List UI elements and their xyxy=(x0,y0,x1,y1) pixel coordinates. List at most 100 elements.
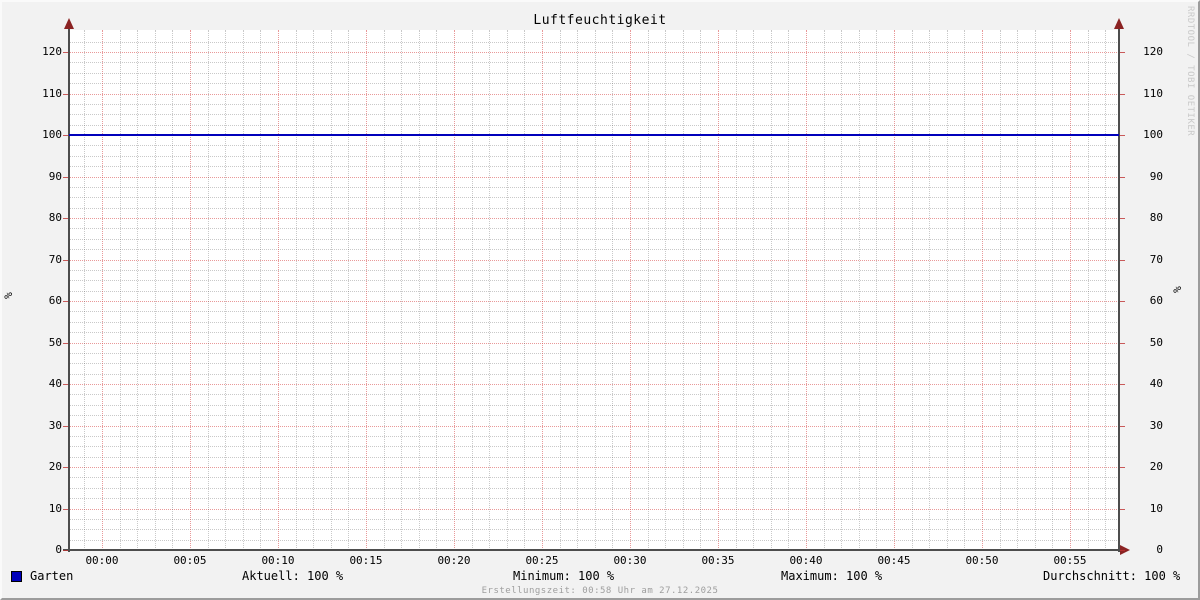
y-axis-tick-label-left: 70 xyxy=(2,254,62,266)
major-gridline-v xyxy=(630,30,631,550)
y-axis-tick-label-right: 120 xyxy=(1127,46,1163,58)
y-axis-tick-label-left: 90 xyxy=(2,171,62,183)
y-axis-unit-right: % xyxy=(1171,286,1184,293)
minor-gridline-v xyxy=(859,30,860,550)
y-axis-tick-label-right: 30 xyxy=(1127,420,1163,432)
minor-gridline-v xyxy=(700,30,701,550)
y-axis-tick-label-right: 40 xyxy=(1127,378,1163,390)
y-axis-tick-label-right: 110 xyxy=(1127,88,1163,100)
y-axis-tick-right xyxy=(1120,52,1125,53)
y-axis-tick-left xyxy=(63,301,68,302)
y-axis-tick-label-left: 30 xyxy=(2,420,62,432)
major-gridline-v xyxy=(454,30,455,550)
y-axis-tick-right xyxy=(1120,218,1125,219)
y-axis-tick-label-left: 50 xyxy=(2,337,62,349)
rrdtool-watermark: RRDTOOL / TOBI OETIKER xyxy=(1185,6,1195,136)
minor-gridline-v xyxy=(155,30,156,550)
minor-gridline-v xyxy=(313,30,314,550)
y-axis-tick-right xyxy=(1120,426,1125,427)
y-axis-arrow-right-icon xyxy=(1114,18,1124,29)
y-axis-tick-left xyxy=(63,260,68,261)
minor-gridline-v xyxy=(260,30,261,550)
stat-aktuell: Aktuell: 100 % xyxy=(242,569,343,583)
y-axis-tick-label-left: 40 xyxy=(2,378,62,390)
y-axis-tick-left xyxy=(63,218,68,219)
x-axis-tick-label: 00:50 xyxy=(952,554,1012,567)
y-axis-tick-left xyxy=(63,94,68,95)
x-axis-tick-label: 00:25 xyxy=(512,554,572,567)
major-gridline-v xyxy=(982,30,983,550)
minor-gridline-v xyxy=(384,30,385,550)
minor-gridline-v xyxy=(1052,30,1053,550)
y-axis-tick-left xyxy=(63,467,68,468)
y-axis-tick-label-left: 100 xyxy=(2,129,62,141)
y-axis-tick-left xyxy=(63,426,68,427)
minor-gridline-v xyxy=(1017,30,1018,550)
y-axis-tick-right xyxy=(1120,384,1125,385)
x-axis-tick-label: 00:05 xyxy=(160,554,220,567)
minor-gridline-v xyxy=(225,30,226,550)
legend-series-label: Garten xyxy=(30,569,73,583)
major-gridline-v xyxy=(806,30,807,550)
stat-maximum: Maximum: 100 % xyxy=(781,569,882,583)
y-axis-left xyxy=(68,22,70,552)
minor-gridline-v xyxy=(507,30,508,550)
y-axis-tick-label-left: 80 xyxy=(2,212,62,224)
x-axis-tick-label: 00:45 xyxy=(864,554,924,567)
y-axis-tick-right xyxy=(1120,343,1125,344)
major-gridline-v xyxy=(190,30,191,550)
major-gridline-v xyxy=(366,30,367,550)
major-gridline-v xyxy=(894,30,895,550)
minor-gridline-v xyxy=(560,30,561,550)
y-axis-tick-label-left: 10 xyxy=(2,503,62,515)
major-gridline-v xyxy=(718,30,719,550)
minor-gridline-v xyxy=(683,30,684,550)
creation-time-text: Erstellungszeit: 00:58 Uhr am 27.12.2025 xyxy=(2,586,1198,596)
minor-gridline-v xyxy=(331,30,332,550)
major-gridline-v xyxy=(278,30,279,550)
minor-gridline-v xyxy=(401,30,402,550)
y-axis-tick-label-left: 120 xyxy=(2,46,62,58)
y-axis-tick-label-right: 80 xyxy=(1127,212,1163,224)
y-axis-tick-label-right: 0 xyxy=(1127,544,1163,556)
minor-gridline-v xyxy=(208,30,209,550)
stat-durchschnitt: Durchschnitt: 100 % xyxy=(1043,569,1180,583)
y-axis-tick-right xyxy=(1120,135,1125,136)
y-axis-tick-label-right: 50 xyxy=(1127,337,1163,349)
major-gridline-v xyxy=(542,30,543,550)
rrdtool-graph: Luftfeuchtigkeit RRDTOOL / TOBI OETIKER … xyxy=(0,0,1200,600)
y-axis-tick-left xyxy=(63,343,68,344)
y-axis-tick-label-left: 0 xyxy=(2,544,62,556)
y-axis-tick-right xyxy=(1120,301,1125,302)
minor-gridline-v xyxy=(665,30,666,550)
minor-gridline-v xyxy=(419,30,420,550)
minor-gridline-v xyxy=(472,30,473,550)
minor-gridline-v xyxy=(436,30,437,550)
series-line-garten xyxy=(69,134,1119,136)
minor-gridline-v xyxy=(489,30,490,550)
x-axis-tick-label: 00:20 xyxy=(424,554,484,567)
x-axis-tick-label: 00:30 xyxy=(600,554,660,567)
minor-gridline-v xyxy=(788,30,789,550)
y-axis-tick-left xyxy=(63,52,68,53)
minor-gridline-v xyxy=(612,30,613,550)
y-axis-tick-right xyxy=(1120,177,1125,178)
y-axis-tick-label-right: 100 xyxy=(1127,129,1163,141)
y-axis-tick-label-right: 70 xyxy=(1127,254,1163,266)
y-axis-tick-left xyxy=(63,550,68,551)
y-axis-tick-label-right: 10 xyxy=(1127,503,1163,515)
minor-gridline-v xyxy=(348,30,349,550)
y-axis-tick-label-right: 90 xyxy=(1127,171,1163,183)
y-axis-tick-right xyxy=(1120,260,1125,261)
y-axis-tick-left xyxy=(63,135,68,136)
minor-gridline-v xyxy=(648,30,649,550)
stat-minimum: Minimum: 100 % xyxy=(513,569,614,583)
minor-gridline-v xyxy=(243,30,244,550)
minor-gridline-v xyxy=(912,30,913,550)
y-axis-tick-left xyxy=(63,509,68,510)
minor-gridline-v xyxy=(824,30,825,550)
y-axis-tick-label-left: 110 xyxy=(2,88,62,100)
x-axis-tick-label: 00:10 xyxy=(248,554,308,567)
minor-gridline-v xyxy=(120,30,121,550)
plot-area xyxy=(69,30,1119,550)
